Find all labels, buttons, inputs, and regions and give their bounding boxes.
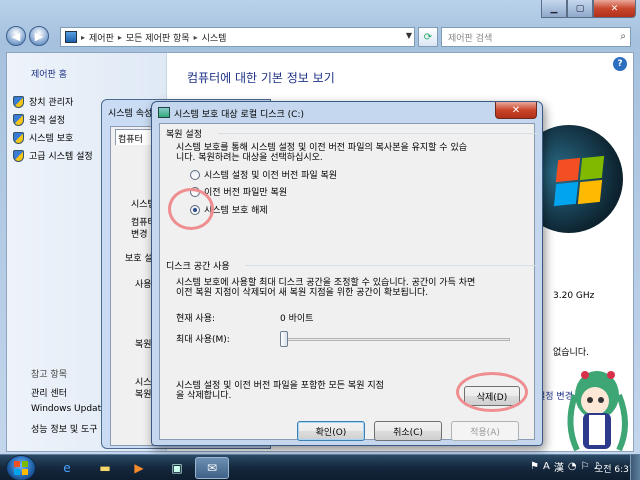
description-line: 이전 복원 지점이 삭제되어 새 복원 지점을 위한 공간이 확보됩니다.	[176, 288, 429, 298]
task-label: 장치 관리자	[29, 98, 74, 108]
chevron-right-icon: ▸	[193, 32, 198, 42]
delete-description: 시스템 설정 및 이전 버전 파일을 포함한 모든 복원 지점 을 삭제합니다.	[176, 381, 384, 401]
folder-icon[interactable]: ▬	[88, 457, 122, 479]
description-line: 시스템 보호에 사용할 최대 디스크 공간을 조정할 수 있습니다. 공간이 가…	[176, 278, 476, 288]
highlight-circle	[456, 372, 528, 412]
show-desktop-button[interactable]	[630, 455, 640, 480]
shield-icon	[13, 131, 24, 144]
restore-settings-header: 복원 설정	[164, 127, 204, 140]
radio-restore-all[interactable]: 시스템 설정 및 이전 버전 파일 복원	[190, 168, 337, 181]
radio-label: 시스템 설정 및 이전 버전 파일 복원	[204, 171, 338, 181]
current-usage-label: 현재 사용:	[176, 314, 216, 324]
ime-icon[interactable]: ◔	[568, 461, 577, 472]
disk-usage-header: 디스크 공간 사용	[164, 259, 232, 272]
hanja-indicator[interactable]: 漢	[554, 459, 564, 474]
highlight-circle	[168, 188, 214, 230]
description-line: 을 삭제합니다.	[176, 391, 232, 401]
language-indicator[interactable]: A	[543, 461, 550, 472]
system-restore-icon	[158, 107, 170, 118]
breadcrumb-all-items[interactable]: 모든 제어판 항목	[126, 31, 190, 44]
address-bar[interactable]: ▸ 제어판 ▸ 모든 제어판 항목 ▸ 시스템 ▼	[60, 27, 415, 47]
cancel-button[interactable]: 취소(C)	[374, 421, 442, 441]
dialog-title: 시스템 보호 대상 로컬 디스크 (C:)	[174, 110, 305, 120]
task-advanced-settings[interactable]: 고급 시스템 설정	[13, 149, 93, 162]
maximize-button[interactable]: ▢	[567, 0, 593, 18]
breadcrumb-control-panel[interactable]: 제어판	[89, 31, 114, 44]
see-also-performance[interactable]: 성능 정보 및 도구	[31, 422, 98, 435]
see-also-windows-update[interactable]: Windows Update	[31, 404, 107, 414]
control-panel-taskbar-icon[interactable]: ✉	[195, 457, 229, 479]
navigation-bar: ◀ ▶ ▸ 제어판 ▸ 모든 제어판 항목 ▸ 시스템 ▼ ⟳ 제어판 검색 ⌕	[0, 22, 640, 50]
disk-usage-description: 시스템 보호에 사용할 최대 디스크 공간을 조정할 수 있습니다. 공간이 가…	[176, 278, 475, 298]
back-button[interactable]: ◀	[6, 26, 26, 46]
chevron-down-icon[interactable]: ▼	[406, 31, 412, 40]
chevron-right-icon: ▸	[81, 32, 86, 42]
description-line: 시스템 보호를 통해 시스템 설정 및 이전 버전 파일의 복사본을 유지할 수…	[176, 143, 468, 153]
see-also-header: 참고 항목	[31, 370, 67, 380]
shield-icon	[13, 113, 24, 126]
task-label: 원격 설정	[29, 116, 65, 126]
taskbar: e ▬ ▶ ▣ ✉ ⚑ A 漢 ◔ ⚐ ♪ 오전 6:37	[0, 454, 640, 480]
max-usage-slider-thumb[interactable]	[280, 331, 288, 347]
flag-icon[interactable]: ⚐	[581, 461, 590, 472]
internet-explorer-icon[interactable]: e	[50, 457, 84, 479]
task-remote-settings[interactable]: 원격 설정	[13, 113, 65, 126]
window-caption-buttons: ▁ ▢ ✕	[541, 0, 636, 18]
sp-text: 복원	[135, 340, 152, 350]
breadcrumb-system[interactable]: 시스템	[202, 31, 227, 44]
system-tray: ⚑ A 漢 ◔ ⚐ ♪	[530, 459, 600, 474]
clock[interactable]: 오전 6:37	[595, 462, 635, 475]
description-line: 시스템 설정 및 이전 버전 파일을 포함한 모든 복원 지점	[176, 381, 384, 391]
task-label: 고급 시스템 설정	[29, 152, 93, 162]
group-divider	[245, 265, 538, 266]
sp-text: 복원	[135, 390, 152, 400]
current-usage-value: 0 바이트	[280, 314, 314, 324]
search-icon: ⌕	[620, 31, 626, 42]
close-button[interactable]: ✕	[495, 102, 537, 119]
max-usage-label: 최대 사용(M):	[176, 335, 230, 345]
description-line: 니다. 복원하려는 대상을 선택하십시오.	[176, 153, 323, 163]
apply-button[interactable]: 적용(A)	[451, 421, 519, 441]
shield-icon	[13, 95, 24, 108]
refresh-button[interactable]: ⟳	[418, 27, 438, 47]
search-input[interactable]: 제어판 검색 ⌕	[441, 27, 631, 47]
sp-text: 변경	[131, 230, 148, 240]
task-system-protection[interactable]: 시스템 보호	[13, 131, 73, 144]
mascot-character	[567, 371, 628, 452]
control-panel-home-link[interactable]: 제어판 홈	[31, 67, 67, 80]
media-player-icon[interactable]: ▶	[122, 457, 156, 479]
dialog-title: 시스템 속성	[108, 109, 153, 119]
see-also-action-center[interactable]: 관리 센터	[31, 386, 67, 399]
restore-description: 시스템 보호를 통해 시스템 설정 및 이전 버전 파일의 복사본을 유지할 수…	[176, 143, 467, 163]
sp-text: 사용	[135, 280, 152, 290]
search-placeholder: 제어판 검색	[448, 33, 493, 44]
start-button[interactable]	[6, 455, 36, 480]
close-button[interactable]: ✕	[593, 0, 636, 18]
processor-speed: 3.20 GHz	[553, 291, 595, 301]
control-panel-icon	[65, 31, 77, 43]
max-usage-slider-track[interactable]	[280, 338, 510, 341]
task-device-manager[interactable]: 장치 관리자	[13, 95, 73, 108]
app-icon[interactable]: ▣	[160, 457, 194, 479]
forward-button[interactable]: ▶	[29, 26, 49, 46]
task-label: 시스템 보호	[29, 134, 74, 144]
network-icon[interactable]: ⚑	[530, 461, 539, 472]
page-title: 컴퓨터에 대한 기본 정보 보기	[187, 71, 335, 85]
ok-button[interactable]: 확인(O)	[297, 421, 365, 441]
radio-button[interactable]	[190, 169, 200, 180]
chevron-right-icon: ▸	[117, 32, 122, 42]
radio-label: 이전 버전 파일만 복원	[204, 188, 288, 198]
help-icon[interactable]: ?	[613, 57, 627, 71]
shield-icon	[13, 149, 24, 162]
windows-flag-icon	[14, 461, 28, 475]
group-divider	[218, 133, 538, 134]
minimize-button[interactable]: ▁	[541, 0, 567, 18]
